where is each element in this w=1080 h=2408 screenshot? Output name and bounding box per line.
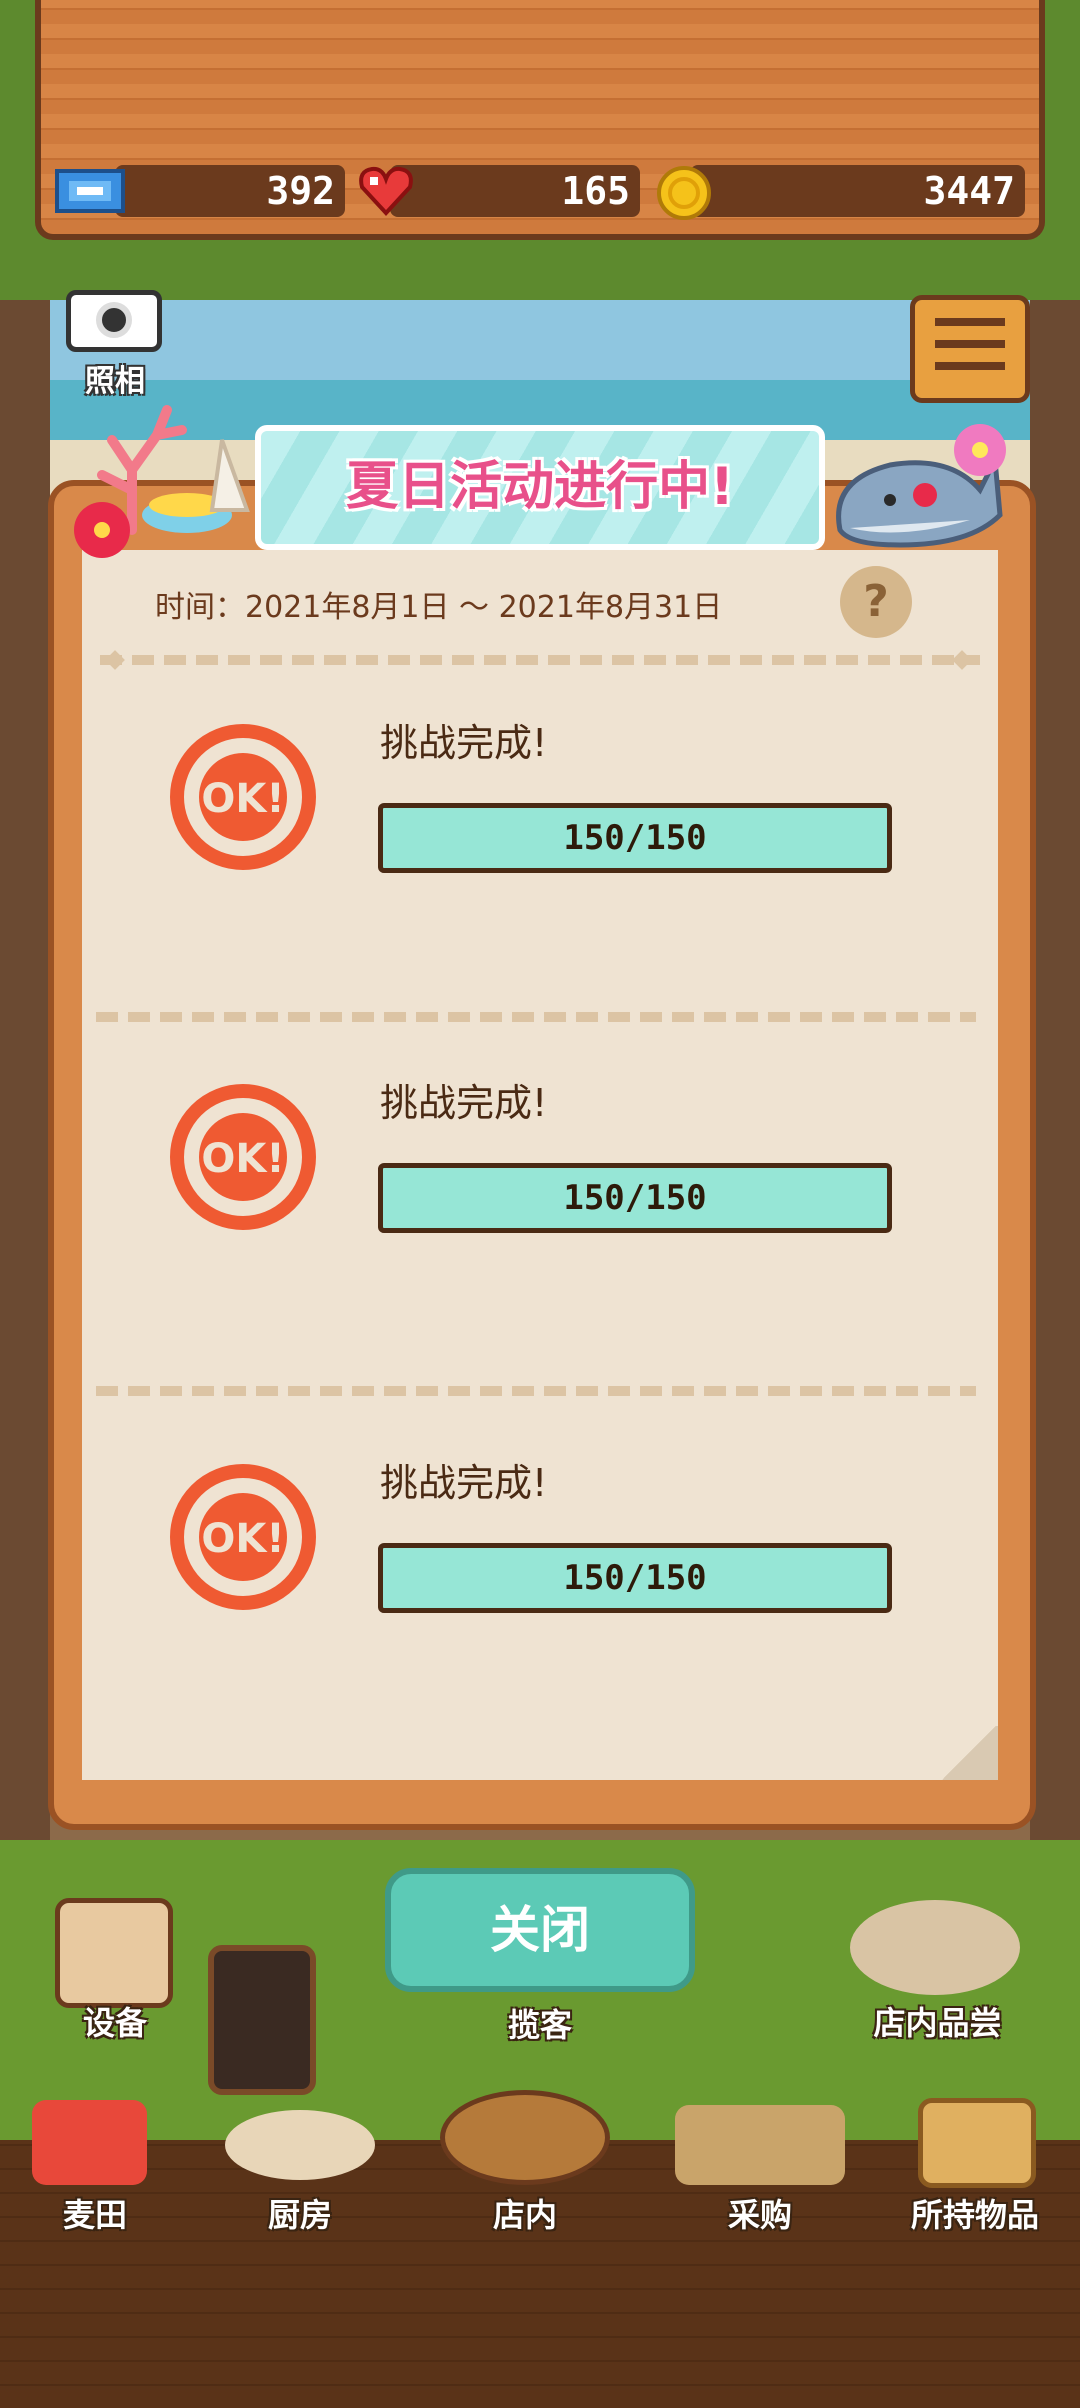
nav-customers[interactable]: 揽客: [470, 2000, 610, 2046]
event-title: 夏日活动进行中!: [346, 457, 734, 517]
event-time-range: 时间：2021年8月1日 ～ 2021年8月31日: [155, 590, 723, 625]
challenge-progress-text: 150/150: [563, 818, 707, 858]
hearts-value: 165: [561, 169, 630, 213]
shop-bread-icon[interactable]: [440, 2090, 610, 2185]
ok-stamp-text: OK!: [201, 776, 284, 822]
camera-icon: [96, 302, 132, 338]
ok-stamp-text: OK!: [201, 1136, 284, 1182]
coral-decoration-icon: [74, 405, 250, 558]
divider-top: [100, 655, 980, 665]
heart-icon: [359, 166, 413, 216]
nav-shop[interactable]: 店内: [455, 2190, 595, 2236]
ticket-icon: [55, 169, 125, 213]
coins-value: 3447: [923, 169, 1015, 213]
challenge-status: 挑战完成!: [380, 1081, 548, 1125]
challenge-progress-text: 150/150: [563, 1178, 707, 1218]
scene-wall-right: [1030, 300, 1080, 1860]
kitchen-icon[interactable]: [225, 2110, 375, 2180]
nav-kitchen[interactable]: 厨房: [230, 2190, 370, 2236]
nav-equipment[interactable]: 设备: [40, 1998, 190, 2044]
chalkboard-icon[interactable]: [208, 1945, 316, 2095]
challenge-status: 挑战完成!: [380, 721, 548, 765]
inventory-box-icon[interactable]: [918, 2098, 1036, 2188]
menu-icon: [935, 318, 1005, 326]
tasting-icon[interactable]: [850, 1900, 1020, 1995]
nav-tasting[interactable]: 店内品尝: [845, 1998, 1030, 2044]
menu-icon-line: [935, 362, 1005, 370]
challenge-progress-text: 150/150: [563, 1558, 707, 1598]
nav-wheat-field[interactable]: 麦田: [25, 2190, 165, 2236]
purchase-icon[interactable]: [675, 2105, 845, 2185]
wheat-field-icon[interactable]: [32, 2100, 147, 2185]
ok-stamp-icon: OK!: [170, 1464, 316, 1610]
whale-decoration-icon: [836, 424, 1006, 548]
ok-stamp-icon: OK!: [170, 724, 316, 870]
ok-stamp-icon: OK!: [170, 1084, 316, 1230]
menu-icon-line: [935, 340, 1005, 348]
equipment-icon[interactable]: [55, 1898, 173, 2008]
nav-inventory[interactable]: 所持物品: [895, 2190, 1055, 2236]
menu-button[interactable]: [910, 295, 1030, 403]
tickets-value: 392: [266, 169, 335, 213]
scene-wall-left: [0, 300, 50, 1860]
coin-icon: [657, 166, 711, 220]
close-button-label: 关闭: [490, 1901, 590, 1959]
paper-fold-corner: [940, 1726, 998, 1780]
challenge-status: 挑战完成!: [380, 1461, 548, 1505]
nav-purchase[interactable]: 采购: [690, 2190, 830, 2236]
ok-stamp-text: OK!: [201, 1516, 284, 1562]
challenge-divider: [96, 1386, 976, 1396]
help-button[interactable]: ?: [840, 566, 912, 638]
challenge-divider: [96, 1012, 976, 1022]
